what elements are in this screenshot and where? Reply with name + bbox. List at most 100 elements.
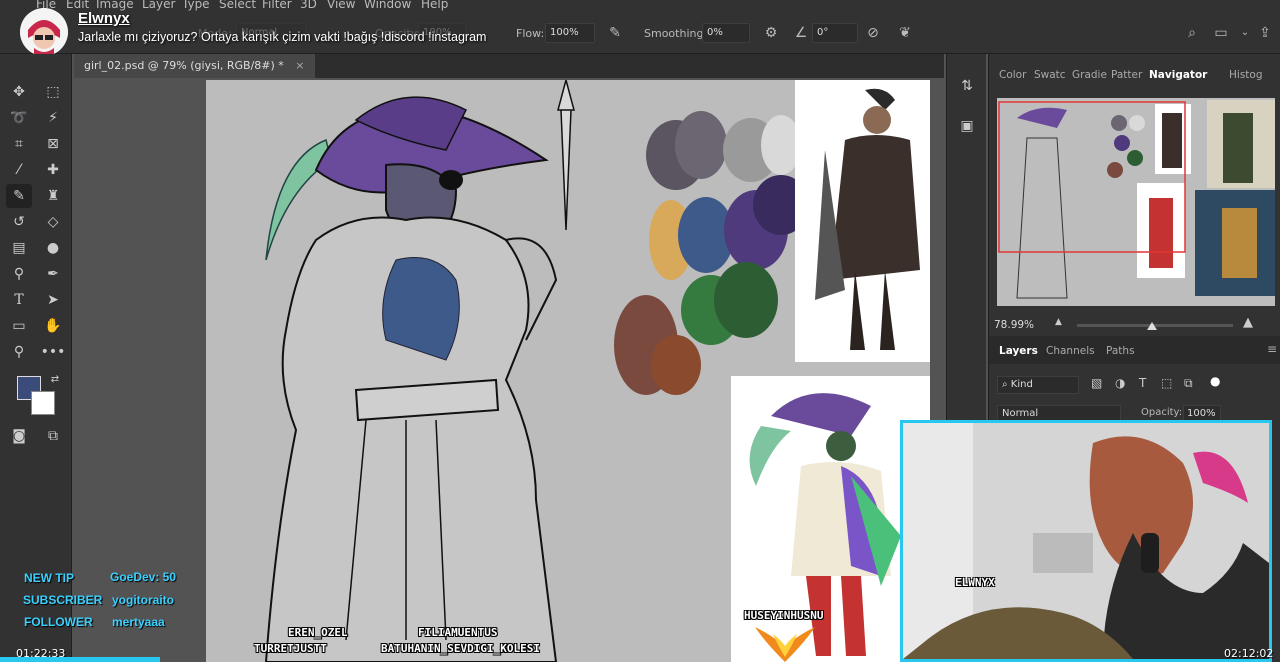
type-tool-icon[interactable]: T <box>6 288 32 312</box>
lasso-tool-icon[interactable]: ➰ <box>6 106 32 130</box>
share-icon[interactable]: ⇪ <box>1254 22 1276 44</box>
webcam-overlay <box>900 420 1272 662</box>
history-panel-icon[interactable]: ⇅ <box>954 74 980 98</box>
move-tool-icon[interactable]: ✥ <box>6 80 32 104</box>
smoothing-field[interactable]: 0% <box>702 23 750 43</box>
streamer-avatar <box>20 8 68 56</box>
layer-opacity-label: Opacity: <box>1141 407 1183 418</box>
more-tools-icon[interactable]: ••• <box>40 340 66 364</box>
filter-smart-object-icon[interactable]: ⧉ <box>1184 376 1193 391</box>
angle-field[interactable]: 0° <box>812 23 858 43</box>
search-icon[interactable]: ⌕ <box>1181 22 1203 44</box>
document-tab[interactable]: girl_02.psd @ 79% (giysi, RGB/8#) * × <box>74 54 315 78</box>
subscriber-value: yogitoraito <box>112 593 174 607</box>
chevron-down-icon[interactable]: ⌄ <box>1234 22 1256 44</box>
marquee-tool-icon[interactable]: ⬚ <box>40 80 66 104</box>
flow-label: Flow: <box>516 27 545 40</box>
rectangle-tool-icon[interactable]: ▭ <box>6 314 32 338</box>
quick-mask-icon[interactable]: ◙ <box>6 424 32 448</box>
healing-brush-icon[interactable]: ✚ <box>40 158 66 182</box>
streamer-name: Elwnyx <box>78 10 130 27</box>
filter-toggle-icon[interactable]: ● <box>1210 374 1220 388</box>
swap-colors-icon[interactable]: ⇄ <box>42 368 68 392</box>
search-icon: ⌕ <box>1002 379 1008 390</box>
zoom-out-icon[interactable]: ▲ <box>1055 317 1062 327</box>
tab-patterns[interactable]: Patter <box>1111 69 1142 81</box>
close-icon[interactable]: × <box>295 59 304 72</box>
smoothing-label: Smoothing: <box>644 27 708 40</box>
stamp-tool-icon[interactable]: ♜ <box>40 184 66 208</box>
zoom-in-icon[interactable]: ▲ <box>1243 315 1253 330</box>
zoom-level[interactable]: 78.99% <box>994 319 1034 331</box>
pen-tool-icon[interactable]: ✒ <box>40 262 66 286</box>
menu-help[interactable]: Help <box>421 0 448 11</box>
menu-view[interactable]: View <box>327 0 355 11</box>
magic-wand-icon[interactable]: ⚡ <box>40 106 66 130</box>
airbrush-icon[interactable]: ✎ <box>604 22 626 44</box>
new-tip-label: NEW TIP <box>24 571 74 585</box>
zoom-tool-icon[interactable]: ⚲ <box>6 340 32 364</box>
menu-select[interactable]: Select <box>219 0 256 11</box>
dodge-tool-icon[interactable]: ⚲ <box>6 262 32 286</box>
navigator-preview[interactable] <box>997 98 1275 306</box>
stream-progress-bar <box>0 657 160 662</box>
menu-window[interactable]: Window <box>364 0 411 11</box>
filter-type-icon[interactable]: T <box>1139 376 1146 390</box>
filter-adjustment-icon[interactable]: ◑ <box>1115 376 1125 390</box>
new-tip-value: GoeDev: 50 <box>110 570 177 584</box>
tab-paths[interactable]: Paths <box>1106 345 1135 357</box>
tab-histogram[interactable]: Histog <box>1229 69 1263 81</box>
viewer-name: BATUHANIN_SEVDIGI_KOLESI <box>381 642 540 655</box>
viewer-name: HUSEYINHUSNU <box>744 609 824 622</box>
document-tabs: girl_02.psd @ 79% (giysi, RGB/8#) * × <box>74 54 944 78</box>
screen: File Edit Image Layer Type Select Filter… <box>0 0 1280 662</box>
filter-shape-icon[interactable]: ⬚ <box>1161 376 1172 390</box>
viewer-name: FILIAMUENTUS <box>418 626 498 639</box>
panel-menu-icon[interactable]: ≡ <box>1267 342 1277 356</box>
phoenix-icon <box>755 627 815 662</box>
menu-layer[interactable]: Layer <box>142 0 175 11</box>
crop-tool-icon[interactable]: ⌗ <box>6 132 32 156</box>
menu-filter[interactable]: Filter <box>262 0 292 11</box>
flow-field[interactable]: 100% <box>545 23 595 43</box>
document-tab-title: girl_02.psd @ 79% (giysi, RGB/8#) * <box>84 59 284 72</box>
viewer-name-elwnyx: ELWNYX <box>955 576 995 589</box>
kind-label: Kind <box>1010 379 1033 390</box>
menu-type[interactable]: Type <box>182 0 210 11</box>
menu-3d[interactable]: 3D <box>300 0 317 11</box>
reference-image-pirate <box>795 80 930 362</box>
path-select-icon[interactable]: ➤ <box>40 288 66 312</box>
tab-color[interactable]: Color <box>999 69 1026 81</box>
gear-icon[interactable]: ⚙ <box>760 22 782 44</box>
angle-icon: ∠ <box>794 25 808 41</box>
background-color-swatch[interactable] <box>31 391 55 415</box>
history-brush-icon[interactable]: ↺ <box>6 210 32 234</box>
zoom-slider-thumb[interactable] <box>1147 322 1157 330</box>
tab-navigator[interactable]: Navigator <box>1149 69 1207 81</box>
frame-tool-icon[interactable]: ⊠ <box>40 132 66 156</box>
tab-layers[interactable]: Layers <box>999 345 1038 357</box>
eyedropper-icon[interactable]: ⁄ <box>6 158 32 182</box>
artboard[interactable] <box>206 80 930 662</box>
canvas-area[interactable] <box>74 78 944 662</box>
layer-filter-kind[interactable]: ⌕ Kind <box>997 376 1079 394</box>
pressure-opacity-icon[interactable]: ⊘ <box>862 22 884 44</box>
menu-bar: File Edit Image Layer Type Select Filter… <box>0 0 1280 12</box>
properties-panel-icon[interactable]: ▣ <box>954 114 980 138</box>
symmetry-icon[interactable]: ❦ <box>894 22 916 44</box>
tab-channels[interactable]: Channels <box>1046 345 1095 357</box>
hand-tool-icon[interactable]: ✋ <box>40 314 66 338</box>
blur-tool-icon[interactable]: ● <box>40 236 66 260</box>
stream-time-right: 02:12:02 <box>1224 647 1274 660</box>
gradient-tool-icon[interactable]: ▤ <box>6 236 32 260</box>
workspace-icon[interactable]: ▭ <box>1210 22 1232 44</box>
tab-swatches[interactable]: Swatc <box>1034 69 1066 81</box>
filter-pixel-icon[interactable]: ▧ <box>1091 376 1102 390</box>
tab-gradients[interactable]: Gradie <box>1072 69 1107 81</box>
follower-label: FOLLOWER <box>24 615 93 629</box>
color-palette <box>614 111 809 395</box>
brush-tool-icon[interactable]: ✎ <box>6 184 32 208</box>
eraser-icon[interactable]: ◇ <box>40 210 66 234</box>
layers-tabs: Layers Channels Paths ≡ <box>989 336 1280 364</box>
screen-mode-icon[interactable]: ⧉ <box>40 424 66 448</box>
